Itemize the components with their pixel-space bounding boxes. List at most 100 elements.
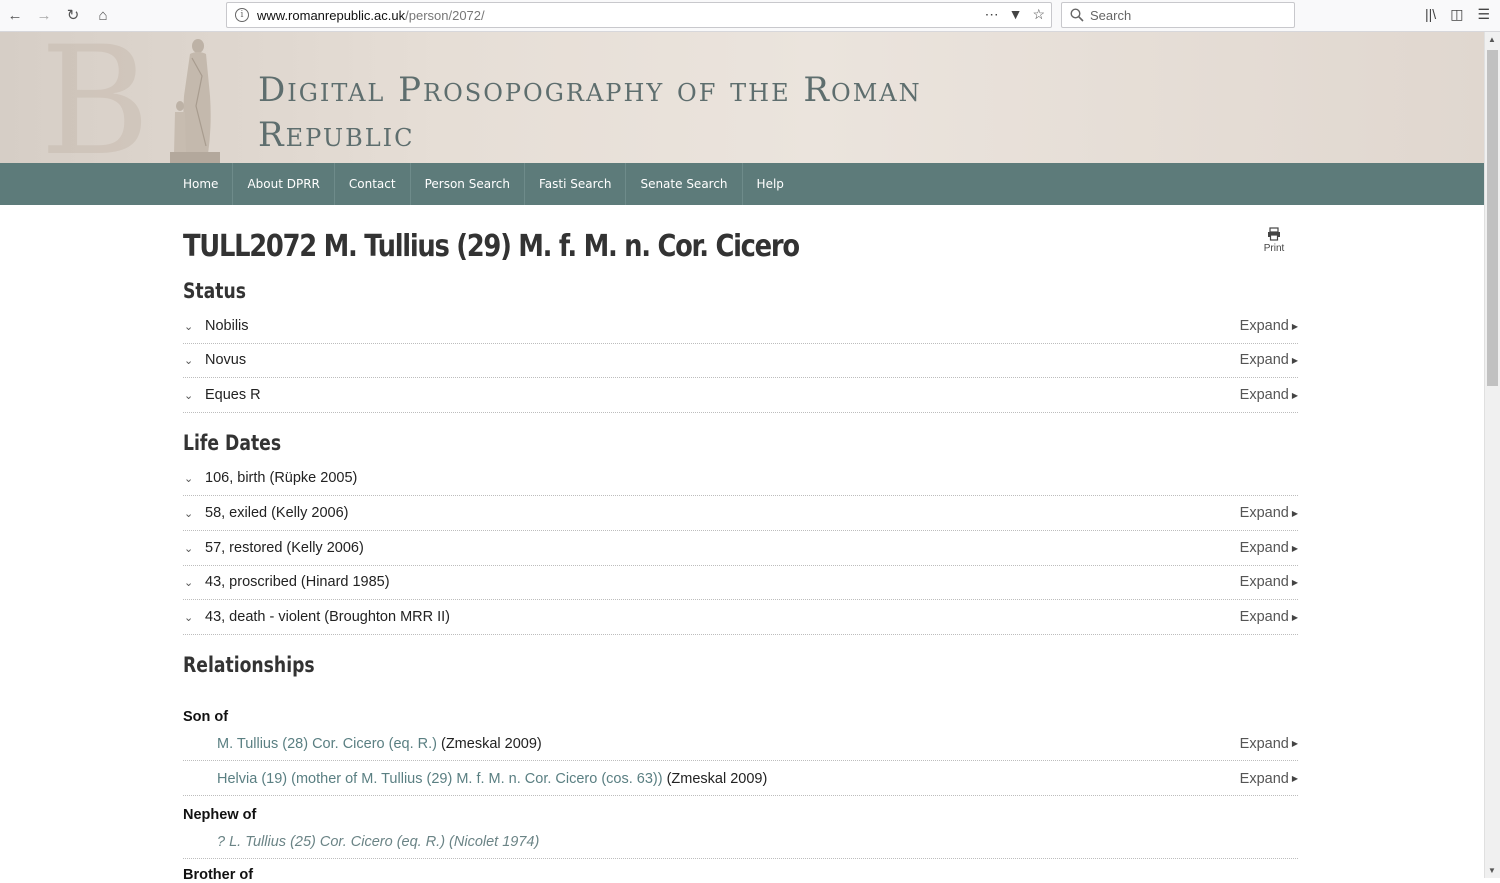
nav-home[interactable]: Home (169, 163, 234, 205)
chevron-down-icon[interactable]: ⌄ (183, 472, 205, 485)
citation: (Nicolet 1974) (449, 833, 540, 850)
caret-right-icon: ▶ (1291, 321, 1298, 331)
status-heading: Status (183, 279, 246, 303)
chevron-down-icon[interactable]: ⌄ (183, 320, 205, 333)
person-link[interactable]: Helvia (19) (mother of M. Tullius (29) M… (217, 771, 663, 787)
chevron-down-icon[interactable]: ⌄ (183, 507, 205, 520)
statue-logo-icon (170, 39, 220, 163)
expand-label: Expand (1239, 574, 1289, 590)
page-title: TULL2072 M. Tullius (29) M. f. M. n. Cor… (183, 229, 800, 264)
relationship-row: ? L. Tullius (25) Cor. Cicero (eq. R.) (… (183, 825, 1298, 859)
life-date-item[interactable]: ⌄ 57, restored (Kelly 2006) Expand ▶ (183, 531, 1298, 566)
expand-link[interactable]: Expand ▶ (1240, 540, 1298, 556)
expand-link[interactable]: Expand ▶ (1240, 505, 1298, 521)
menu-icon[interactable]: ☰ (1477, 6, 1490, 23)
life-date-item[interactable]: ⌄ 106, birth (Rüpke 2005) (183, 461, 1298, 496)
scroll-up-icon[interactable]: ▲ (1488, 35, 1496, 44)
status-item[interactable]: ⌄ Eques R Expand ▶ (183, 378, 1298, 413)
nav-fasti-search[interactable]: Fasti Search (525, 163, 627, 205)
caret-right-icon: ▶ (1291, 612, 1298, 622)
caret-right-icon: ▶ (1291, 508, 1298, 518)
status-item[interactable]: ⌄ Nobilis Expand ▶ (183, 309, 1298, 344)
back-icon[interactable]: ← (4, 4, 26, 26)
expand-link[interactable]: Expand ▶ (1240, 318, 1298, 334)
site-title-line2: Republic (258, 115, 415, 155)
scrollbar-thumb[interactable] (1487, 50, 1498, 386)
life-date-item[interactable]: ⌄ 43, proscribed (Hinard 1985) Expand ▶ (183, 565, 1298, 600)
site-title-line1: Digital Prosopography of the Roman (258, 70, 922, 110)
site-info-icon[interactable]: i (235, 8, 249, 22)
expand-label: Expand (1239, 735, 1289, 752)
life-date-label: 43, death - violent (Broughton MRR II) (205, 609, 451, 625)
expand-label: Expand (1239, 505, 1289, 521)
chevron-down-icon[interactable]: ⌄ (183, 576, 205, 589)
print-label: Print (1263, 243, 1285, 254)
chevron-down-icon[interactable]: ⌄ (183, 389, 205, 402)
citation: (Zmeskal 2009) (440, 735, 542, 752)
status-label: Nobilis (205, 318, 249, 334)
life-date-label: 106, birth (Rüpke 2005) (205, 470, 358, 486)
expand-link[interactable]: Expand ▶ (1240, 609, 1298, 625)
status-label: Eques R (205, 387, 261, 403)
forward-icon[interactable]: → (33, 4, 55, 26)
life-date-item[interactable]: ⌄ 58, exiled (Kelly 2006) Expand ▶ (183, 496, 1298, 531)
site-header-banner: B Digital Prosopography of the Roman Rep… (0, 32, 1484, 163)
caret-right-icon: ▶ (1291, 577, 1298, 587)
life-dates-heading: Life Dates (183, 431, 282, 455)
caret-right-icon: ▶ (1291, 355, 1298, 365)
life-date-label: 57, restored (Kelly 2006) (205, 540, 364, 556)
chevron-down-icon[interactable]: ⌄ (183, 611, 205, 624)
home-icon[interactable]: ⌂ (92, 4, 114, 26)
nav-senate-search[interactable]: Senate Search (626, 163, 743, 205)
nav-help[interactable]: Help (743, 163, 798, 205)
page-actions-icon[interactable]: ⋯ (985, 6, 999, 23)
library-icon[interactable]: ||\ (1425, 6, 1436, 23)
browser-search-input[interactable]: Search (1061, 2, 1295, 28)
site-title[interactable]: Digital Prosopography of the Roman Repub… (258, 68, 1038, 158)
main-nav: Home About DPRR Contact Person Search Fa… (0, 163, 1484, 205)
caret-right-icon: ▶ (1291, 739, 1298, 748)
printer-icon (1268, 227, 1280, 241)
url-path: /person/2072/ (405, 7, 485, 23)
relationship-row: Helvia (19) (mother of M. Tullius (29) M… (183, 762, 1298, 796)
search-icon (1070, 8, 1084, 22)
expand-label: Expand (1239, 387, 1289, 403)
expand-label: Expand (1239, 609, 1289, 625)
expand-link[interactable]: Expand ▶ (1240, 771, 1298, 787)
sidebar-icon[interactable]: ◫ (1450, 6, 1463, 23)
life-date-label: 58, exiled (Kelly 2006) (205, 505, 349, 521)
nav-about[interactable]: About DPRR (233, 163, 335, 205)
caret-right-icon: ▶ (1291, 390, 1298, 400)
person-link[interactable]: M. Tullius (28) Cor. Cicero (eq. R.) (217, 736, 437, 752)
address-bar[interactable]: i www.romanrepublic.ac.uk/person/2072/ ⋯… (226, 2, 1052, 28)
relationship-row: M. Tullius (28) Cor. Cicero (eq. R.) (Zm… (183, 727, 1298, 761)
pocket-icon[interactable]: ▼ (1009, 6, 1023, 23)
expand-link[interactable]: Expand ▶ (1240, 736, 1298, 752)
vertical-scrollbar[interactable]: ▲ ▼ (1484, 32, 1500, 878)
life-date-item[interactable]: ⌄ 43, death - violent (Broughton MRR II)… (183, 600, 1298, 635)
nav-contact[interactable]: Contact (335, 163, 411, 205)
scroll-down-icon[interactable]: ▼ (1488, 866, 1496, 875)
reload-icon[interactable]: ↻ (62, 4, 84, 26)
caret-right-icon: ▶ (1291, 774, 1298, 783)
caret-right-icon: ▶ (1291, 543, 1298, 553)
nav-person-search[interactable]: Person Search (411, 163, 525, 205)
expand-label: Expand (1239, 318, 1289, 334)
search-placeholder: Search (1090, 7, 1132, 23)
relationship-type-son-of: Son of (183, 709, 229, 725)
chevron-down-icon[interactable]: ⌄ (183, 354, 205, 367)
person-link[interactable]: ? L. Tullius (25) Cor. Cicero (eq. R.) (217, 834, 445, 850)
chevron-down-icon[interactable]: ⌄ (183, 542, 205, 555)
url-host: www.romanrepublic.ac.uk (257, 7, 406, 23)
relationships-heading: Relationships (183, 653, 315, 677)
life-date-label: 43, proscribed (Hinard 1985) (205, 574, 390, 590)
expand-label: Expand (1239, 352, 1289, 368)
expand-link[interactable]: Expand ▶ (1240, 574, 1298, 590)
banner-decoration: B (40, 32, 151, 163)
expand-link[interactable]: Expand ▶ (1240, 387, 1298, 403)
expand-link[interactable]: Expand ▶ (1240, 352, 1298, 368)
bookmark-star-icon[interactable]: ☆ (1032, 6, 1045, 23)
status-item[interactable]: ⌄ Novus Expand ▶ (183, 343, 1298, 378)
print-button[interactable]: Print (1263, 227, 1285, 254)
status-label: Novus (205, 352, 247, 368)
